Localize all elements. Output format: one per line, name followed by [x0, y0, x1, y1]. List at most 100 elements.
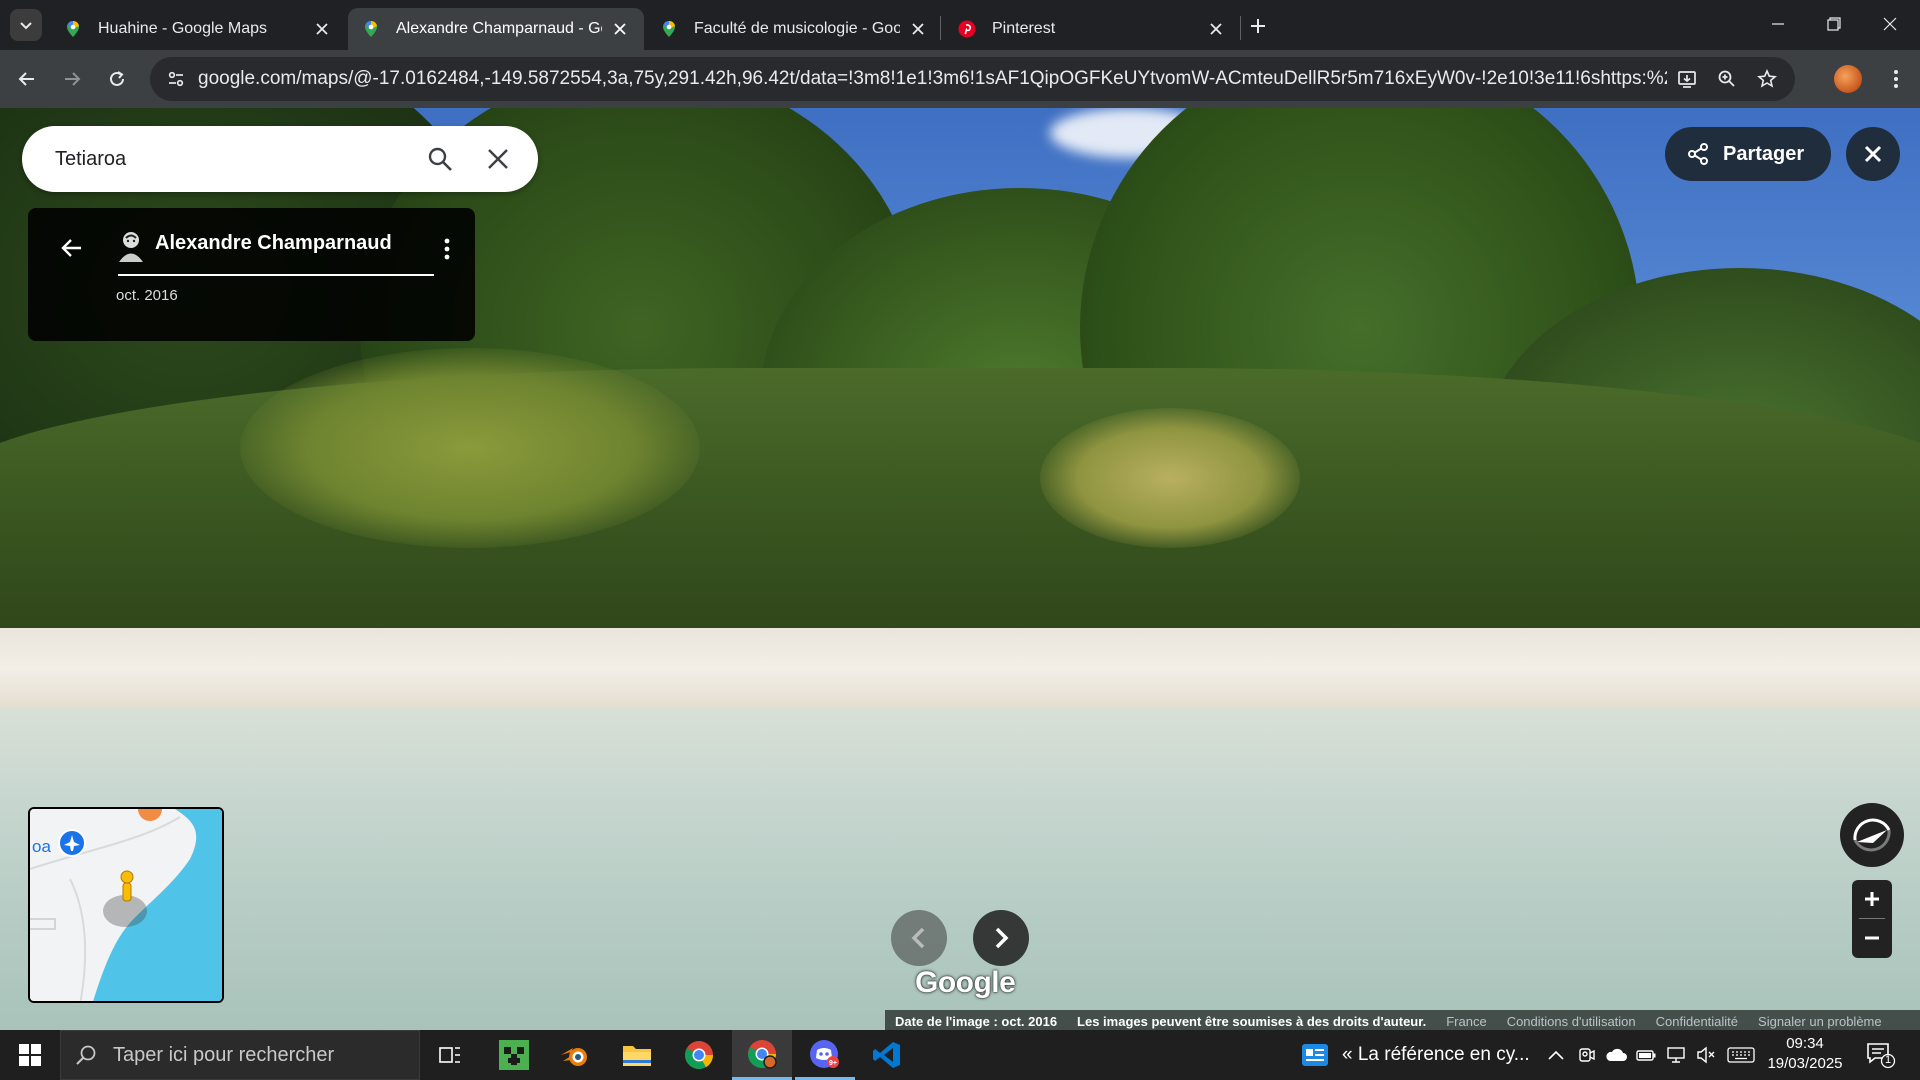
bookmark-button[interactable] — [1747, 59, 1787, 99]
onedrive-tray[interactable] — [1604, 1043, 1628, 1067]
file-explorer-app[interactable] — [607, 1030, 667, 1080]
close-icon — [1883, 17, 1897, 31]
more-vertical-icon — [1894, 70, 1898, 88]
volume-tray[interactable] — [1694, 1043, 1718, 1067]
forward-button[interactable] — [56, 63, 88, 95]
back-button[interactable] — [11, 63, 43, 95]
next-photo-button[interactable] — [973, 910, 1029, 966]
discord-app[interactable]: 9+ — [795, 1030, 855, 1080]
google-maps-icon — [663, 21, 675, 37]
news-widget[interactable]: « La référence en cy... — [1302, 1030, 1530, 1080]
tab-close-icon[interactable] — [908, 19, 928, 39]
previous-photo-button[interactable] — [891, 910, 947, 966]
battery-tray[interactable] — [1634, 1043, 1658, 1067]
tab-faculte-musicologie[interactable]: Faculté de musicologie - Googl — [646, 8, 942, 50]
minecraft-app[interactable] — [484, 1030, 544, 1080]
tab-separator — [940, 16, 941, 40]
back-button[interactable] — [54, 230, 90, 266]
compass-button[interactable] — [1840, 803, 1904, 867]
tab-close-icon[interactable] — [610, 19, 630, 39]
clear-search-button[interactable] — [476, 137, 520, 181]
chevron-down-icon — [20, 22, 32, 30]
tab-strip: Huahine - Google Maps Alexandre Champarn… — [0, 0, 1920, 50]
vscode-app[interactable] — [857, 1030, 917, 1080]
address-bar[interactable]: google.com/maps/@-17.0162484,-149.587255… — [150, 57, 1795, 101]
volume-muted-icon — [1697, 1046, 1715, 1064]
show-hidden-icons-button[interactable] — [1544, 1043, 1568, 1067]
minimap[interactable]: oa — [28, 807, 224, 1003]
restore-button[interactable] — [1806, 0, 1862, 48]
chrome-app-active[interactable] — [732, 1030, 792, 1080]
arrow-right-icon — [65, 72, 81, 86]
chrome-icon — [685, 1041, 713, 1069]
taskbar-search-placeholder: Taper ici pour rechercher — [113, 1043, 335, 1066]
tab-title: Huahine - Google Maps — [98, 20, 267, 37]
profile-avatar[interactable] — [1834, 65, 1862, 93]
system-clock[interactable]: 09:34 19/03/2025 — [1762, 1034, 1848, 1074]
reload-button[interactable] — [101, 63, 133, 95]
vscode-icon — [873, 1042, 900, 1068]
search-button[interactable] — [418, 137, 462, 181]
clock-time: 09:34 — [1786, 1035, 1824, 1052]
discord-icon: 9+ — [810, 1039, 839, 1068]
new-tab-button[interactable] — [1244, 12, 1272, 40]
close-window-button[interactable] — [1862, 0, 1918, 48]
plus-icon — [1865, 892, 1879, 906]
tab-title: Faculté de musicologie - Googl — [694, 20, 900, 37]
tab-title: Pinterest — [992, 20, 1056, 37]
tab-alexandre-champarnaud[interactable]: Alexandre Champarnaud - Goo — [348, 8, 644, 50]
news-icon — [1302, 1044, 1328, 1066]
search-icon — [76, 1045, 96, 1065]
browser-menu-button[interactable] — [1880, 63, 1912, 95]
chrome-app[interactable] — [669, 1030, 729, 1080]
tab-huahine[interactable]: Huahine - Google Maps — [50, 8, 346, 50]
palm-fronds — [1040, 408, 1300, 548]
pinterest-icon — [958, 20, 976, 38]
chevron-up-icon — [1548, 1050, 1564, 1060]
taskbar-search[interactable]: Taper ici pour rechercher — [60, 1030, 420, 1080]
search-box[interactable]: Tetiaroa — [22, 126, 538, 192]
photo-info-card: Alexandre Champarnaud oct. 2016 — [28, 208, 475, 341]
zoom-button[interactable] — [1707, 59, 1747, 99]
task-view-button[interactable] — [420, 1030, 480, 1080]
webcam-icon — [1579, 1048, 1595, 1062]
tune-icon — [168, 71, 184, 87]
close-street-view-button[interactable] — [1846, 127, 1900, 181]
restore-icon — [1827, 17, 1841, 31]
network-tray[interactable] — [1664, 1043, 1688, 1067]
zoom-out-button[interactable] — [1852, 919, 1892, 957]
zoom-control — [1852, 880, 1892, 958]
search-icon — [428, 147, 452, 171]
blender-app[interactable] — [545, 1030, 605, 1080]
google-maps-icon — [365, 21, 377, 37]
author-name[interactable]: Alexandre Champarnaud — [155, 232, 392, 255]
zoom-in-button[interactable] — [1852, 880, 1892, 918]
arrow-left-icon — [18, 72, 34, 86]
tab-close-icon[interactable] — [312, 19, 332, 39]
start-button[interactable] — [0, 1030, 60, 1080]
report-problem-link[interactable]: Signaler un problème — [1758, 1014, 1882, 1029]
tab-search-button[interactable] — [10, 9, 42, 41]
country-link[interactable]: France — [1446, 1014, 1486, 1029]
site-info-button[interactable] — [156, 59, 196, 99]
meet-now-tray[interactable] — [1574, 1043, 1598, 1067]
minecraft-icon — [499, 1040, 529, 1070]
share-label: Partager — [1723, 142, 1805, 165]
windows-taskbar: Taper ici pour rechercher 9+ « La référe… — [0, 1030, 1920, 1080]
terms-link[interactable]: Conditions d'utilisation — [1507, 1014, 1636, 1029]
tab-close-icon[interactable] — [1206, 19, 1226, 39]
install-app-button[interactable] — [1667, 59, 1707, 99]
url-text[interactable]: google.com/maps/@-17.0162484,-149.587255… — [198, 68, 1667, 90]
more-options-button[interactable] — [432, 234, 462, 264]
notification-center-button[interactable]: 1 — [1866, 1041, 1896, 1069]
tab-pinterest[interactable]: Pinterest — [944, 8, 1240, 50]
share-button[interactable]: Partager — [1665, 127, 1831, 181]
search-input[interactable]: Tetiaroa — [55, 148, 418, 171]
news-headline: « La référence en cy... — [1342, 1044, 1530, 1065]
copyright-notice: Les images peuvent être soumises à des d… — [1077, 1013, 1427, 1029]
privacy-link[interactable]: Confidentialité — [1656, 1014, 1738, 1029]
keyboard-tray[interactable] — [1726, 1043, 1756, 1067]
google-logo: Google — [915, 966, 1016, 999]
minimize-button[interactable] — [1750, 0, 1806, 48]
chevron-right-icon — [995, 927, 1009, 949]
